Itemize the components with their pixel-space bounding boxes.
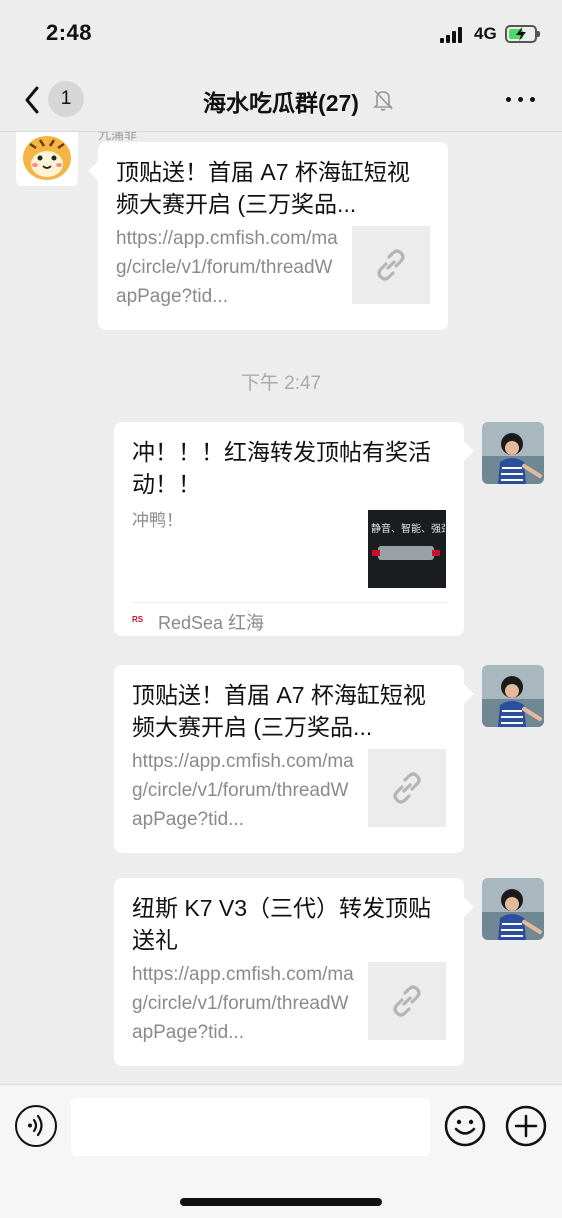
- plus-button[interactable]: [505, 1105, 547, 1147]
- link-icon: [393, 772, 421, 804]
- bell-slash-icon: [373, 90, 393, 111]
- link-thumbnail: [368, 962, 446, 1040]
- voice-icon: [28, 1114, 43, 1137]
- link-thumbnail: [352, 226, 430, 304]
- more-button[interactable]: [504, 84, 538, 114]
- article-thumbnail: 静音、智能、强劲: [368, 510, 446, 588]
- battery-icon: [505, 25, 540, 43]
- status-bar: 2:48 4G: [0, 0, 562, 70]
- redsea-logo-icon: RS: [132, 615, 144, 624]
- timestamp: 下午 2:47: [240, 373, 322, 394]
- emoji-button[interactable]: [444, 1105, 486, 1147]
- chat-title: 海水吃瓜群(27): [203, 90, 359, 116]
- avatar-user[interactable]: [482, 665, 544, 727]
- card-title: 冲！！！红海转发顶帖有奖活动！！: [132, 439, 431, 497]
- link-thumbnail: [368, 749, 446, 827]
- card-url: https://app.cmfish.com/mag/circle/v1/for…: [132, 751, 354, 830]
- link-card-message[interactable]: 纽斯 K7 V3（三代）转发顶贴送礼 https://app.cmfish.co…: [114, 878, 474, 1066]
- link-card-message[interactable]: 顶贴送！首届 A7 杯海缸短视频大赛开启 (三万奖品... https://ap…: [114, 665, 474, 853]
- card-title: 顶贴送！首届 A7 杯海缸短视频大赛开启 (三万奖品...: [116, 159, 410, 217]
- source-name: RedSea 红海: [158, 613, 265, 633]
- card-title: 纽斯 K7 V3（三代）转发顶贴送礼: [132, 895, 432, 953]
- signal-icon: [440, 27, 466, 43]
- card-description: 冲鸭！: [132, 511, 183, 530]
- emoji-icon: [444, 1105, 486, 1147]
- voice-button[interactable]: [15, 1105, 57, 1147]
- network-label: 4G: [474, 24, 497, 43]
- nav-bar: 1 海水吃瓜群(27): [0, 70, 562, 132]
- avatar-user[interactable]: [482, 422, 544, 484]
- link-card-message[interactable]: 顶贴送！首届 A7 杯海缸短视频大赛开启 (三万奖品... https://ap…: [88, 142, 448, 330]
- card-title: 顶贴送！首届 A7 杯海缸短视频大赛开启 (三万奖品...: [132, 682, 426, 740]
- message-input[interactable]: [71, 1098, 430, 1156]
- article-card-message[interactable]: 冲！！！红海转发顶帖有奖活动！！ 冲鸭！ 静音、智能、强劲 RS RedSea …: [114, 422, 474, 636]
- avatar-tiger[interactable]: [16, 132, 78, 186]
- source-row: RS RedSea 红海: [132, 602, 446, 636]
- thumbnail-caption: 静音、智能、强劲: [371, 524, 445, 535]
- avatar-user[interactable]: [482, 878, 544, 940]
- home-indicator[interactable]: [180, 1198, 382, 1206]
- plus-icon: [505, 1105, 547, 1147]
- chat-area[interactable]: 九蒲菲 顶贴送！首届 A7 杯海缸短视频大赛开启 (三万奖品... https:…: [0, 132, 562, 1084]
- link-icon: [393, 985, 421, 1017]
- card-url: https://app.cmfish.com/mag/circle/v1/for…: [116, 228, 338, 307]
- card-url: https://app.cmfish.com/mag/circle/v1/for…: [132, 964, 354, 1043]
- status-time: 2:48: [46, 20, 93, 45]
- input-bar: [0, 1084, 562, 1218]
- link-icon: [377, 249, 405, 281]
